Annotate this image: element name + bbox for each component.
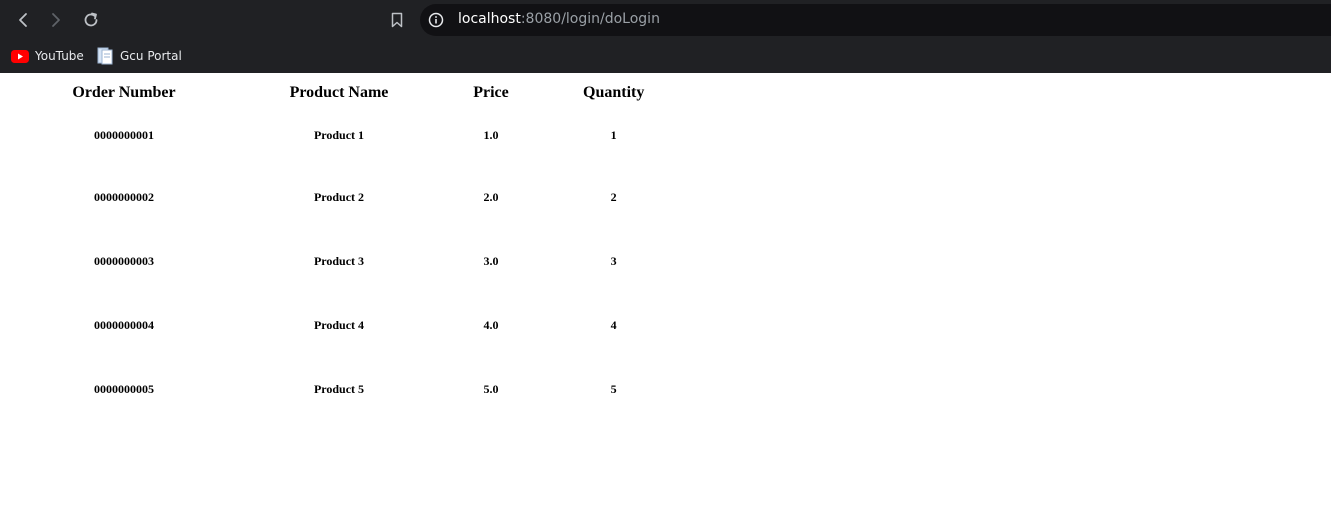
- cell-spacer: [195, 105, 279, 165]
- cell-order-number: 0000000005: [94, 381, 154, 396]
- cell-quantity: 5: [610, 381, 617, 396]
- cell-price: 3.0: [483, 253, 499, 268]
- cell-price: 1.0: [483, 127, 499, 142]
- header-quantity: Quantity: [583, 84, 645, 101]
- cell-order-number: 0000000002: [94, 189, 154, 204]
- cell-order-number: 0000000001: [94, 127, 154, 142]
- cell-product-name: Product 4: [313, 317, 365, 332]
- page-content: Order Number Product Name Price Quantity…: [0, 73, 1331, 527]
- bookmark-label: Gcu Portal: [120, 49, 182, 63]
- forward-arrow-icon: [52, 13, 60, 27]
- youtube-icon: [11, 48, 29, 64]
- table-row: 0000000003 Product 3 3.0 3: [53, 229, 644, 293]
- cell-spacer: [195, 293, 279, 357]
- back-button[interactable]: [12, 9, 34, 31]
- folder-page-icon: [96, 47, 114, 65]
- browser-chrome: localhost:8080/login/doLogin YouTube Gcu…: [0, 0, 1331, 73]
- site-info-icon[interactable]: [428, 12, 444, 28]
- cell-spacer: [195, 229, 279, 293]
- cell-product-name: Product 3: [313, 253, 365, 268]
- address-bar[interactable]: localhost:8080/login/doLogin: [420, 4, 1331, 36]
- reload-button[interactable]: [80, 9, 102, 31]
- cell-order-number: 0000000003: [94, 253, 154, 268]
- cell-product-name: Product 2: [313, 189, 365, 204]
- header-product-name: Product Name: [289, 84, 389, 101]
- reload-icon: [84, 12, 98, 27]
- table-header-row: Order Number Product Name Price Quantity: [53, 81, 644, 105]
- forward-button[interactable]: [45, 9, 67, 31]
- header-price: Price: [473, 84, 509, 101]
- orders-table: Order Number Product Name Price Quantity…: [53, 81, 644, 421]
- bookmark-page-button[interactable]: [386, 9, 408, 31]
- header-spacer: [195, 81, 279, 105]
- cell-product-name: Product 5: [313, 381, 365, 396]
- table-row: 0000000002 Product 2 2.0 2: [53, 165, 644, 229]
- table-row: 0000000004 Product 4 4.0 4: [53, 293, 644, 357]
- cell-price: 4.0: [483, 317, 499, 332]
- cell-order-number: 0000000004: [94, 317, 154, 332]
- cell-quantity: 3: [610, 253, 617, 268]
- table-row: 0000000001 Product 1 1.0 1: [53, 105, 644, 165]
- cell-price: 5.0: [483, 381, 499, 396]
- cell-product-name: Product 1: [313, 127, 365, 142]
- table-row: 0000000005 Product 5 5.0 5: [53, 357, 644, 421]
- bookmark-youtube[interactable]: YouTube: [11, 45, 84, 67]
- browser-toolbar: localhost:8080/login/doLogin: [0, 0, 1331, 40]
- header-order-number: Order Number: [72, 84, 176, 101]
- cell-price: 2.0: [483, 189, 499, 204]
- bookmark-gcu-portal[interactable]: Gcu Portal: [96, 45, 182, 67]
- cell-quantity: 2: [610, 189, 617, 204]
- back-arrow-icon: [19, 13, 27, 27]
- cell-quantity: 1: [610, 127, 617, 142]
- url-path: :8080/login/doLogin: [520, 11, 660, 27]
- bookmark-label: YouTube: [35, 49, 84, 63]
- cell-spacer: [195, 357, 279, 421]
- cell-spacer: [195, 165, 279, 229]
- cell-quantity: 4: [610, 317, 617, 332]
- bookmark-icon: [391, 12, 403, 28]
- url-host: localhost: [458, 11, 521, 27]
- url-text[interactable]: localhost:8080/login/doLogin: [458, 11, 660, 27]
- bookmarks-bar: YouTube Gcu Portal: [0, 40, 1331, 73]
